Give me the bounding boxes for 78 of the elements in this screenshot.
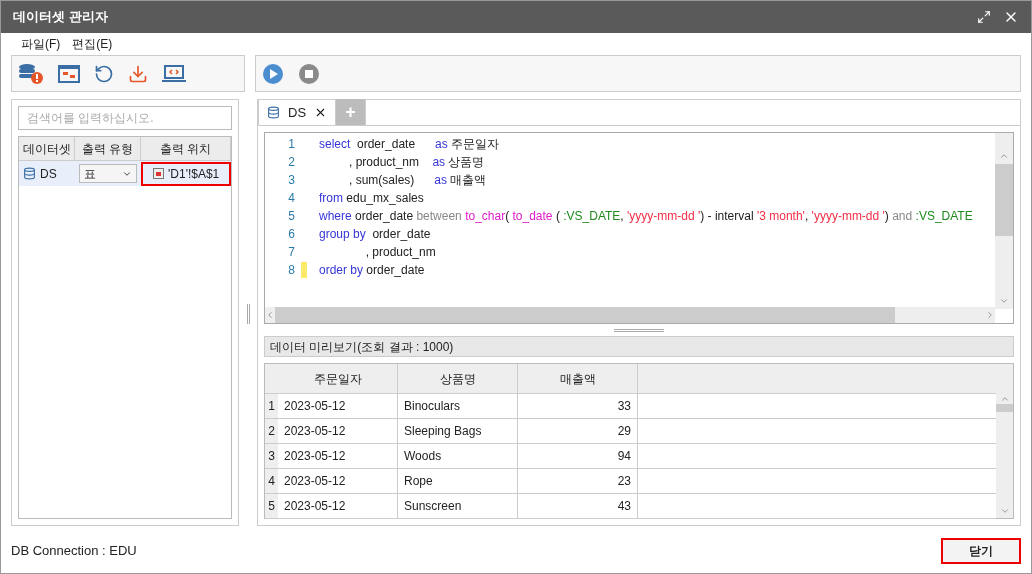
code-editor[interactable] <box>264 132 1014 324</box>
code-line: from edu_mx_sales <box>319 190 424 207</box>
download-icon[interactable] <box>128 63 148 84</box>
line-number: 6 <box>287 226 296 243</box>
editor-tab[interactable]: DS <box>258 99 337 125</box>
search-field[interactable]: 검색어를 입력하십시오. <box>18 106 232 130</box>
code-line: , product_nm as 상품명 <box>348 154 485 171</box>
close-button[interactable]: 닫기 <box>941 538 1021 564</box>
line-number: 7 <box>287 244 296 261</box>
row-number: 2 <box>265 419 278 443</box>
database-icon <box>267 106 280 119</box>
dataset-row[interactable]: DS 표 'D1'!$A$1 <box>19 161 231 186</box>
history-icon[interactable] <box>94 63 114 84</box>
table-cell: 2023-05-12 <box>278 444 398 468</box>
row-number: 3 <box>265 444 278 468</box>
table-cell: 33 <box>518 394 638 418</box>
chevron-down-icon[interactable] <box>999 506 1010 516</box>
row-number: 5 <box>265 494 278 518</box>
chevron-up-icon[interactable] <box>999 394 1010 404</box>
vertical-scrollbar[interactable] <box>995 133 1013 309</box>
output-type-dropdown[interactable]: 표 <box>79 164 137 183</box>
line-number: 3 <box>287 172 296 189</box>
chevron-up-icon[interactable] <box>999 151 1009 161</box>
table-cell: 2023-05-12 <box>278 394 398 418</box>
sheet-icon <box>153 168 164 179</box>
table-cell: Woods <box>398 444 518 468</box>
code-line: where order_date between to_char( to_date ( :VS_DATE, 'yyyy-mm-dd ') - interval '3 month', 'yyyy-mm-dd ') and :VS_DATE <box>319 208 973 225</box>
table-cell: 23 <box>518 469 638 493</box>
chevron-right-icon[interactable] <box>985 310 995 320</box>
line-number: 2 <box>287 154 296 171</box>
laptop-code-icon[interactable] <box>162 63 186 84</box>
code-line: group by order_date <box>319 226 431 243</box>
menu-item[interactable]: 편집(E) <box>72 35 113 53</box>
column-header: 매출액 <box>518 364 638 393</box>
line-number: 4 <box>287 190 296 207</box>
database-warning-icon[interactable] <box>18 62 44 85</box>
play-icon[interactable] <box>262 62 284 85</box>
table-cell: Binoculars <box>398 394 518 418</box>
table-cell: 94 <box>518 444 638 468</box>
line-number: 8 <box>287 262 296 279</box>
database-icon <box>23 167 36 180</box>
connection-status: DB Connection : EDU <box>11 542 137 561</box>
table-cell: Sunscreen <box>398 494 518 518</box>
vertical-scrollbar[interactable] <box>996 364 1013 518</box>
column-header: 데이터셋 <box>19 137 75 160</box>
column-header: 출력 유형 <box>75 137 141 160</box>
stop-icon[interactable] <box>298 62 320 85</box>
table-cell: 2023-05-12 <box>278 494 398 518</box>
window-icon[interactable] <box>58 64 80 83</box>
column-header: 상품명 <box>398 364 518 393</box>
table-cell: Rope <box>398 469 518 493</box>
table-cell: 2023-05-12 <box>278 469 398 493</box>
code-line: order by order_date <box>319 262 425 279</box>
table-cell: 43 <box>518 494 638 518</box>
scrollbar-thumb[interactable] <box>275 307 895 323</box>
row-number: 1 <box>265 394 278 418</box>
code-line: , sum(sales) as 매출액 <box>348 172 487 189</box>
maximize-icon[interactable] <box>977 10 991 24</box>
dataset-name: DS <box>40 165 57 183</box>
table-cell: 2023-05-12 <box>278 419 398 443</box>
window-title: 데이터셋 관리자 <box>13 8 109 27</box>
code-line: , product_nm <box>364 244 436 261</box>
column-header: 주문일자 <box>278 364 398 393</box>
preview-header: 데이터 미리보기(조회 결과 : 1000) <box>264 336 1014 357</box>
menu-item[interactable]: 파일(F) <box>21 35 61 53</box>
column-header: 출력 위치 <box>141 137 231 160</box>
chevron-left-icon[interactable] <box>265 310 275 320</box>
line-number: 5 <box>287 208 296 225</box>
code-line: select order_date as 주문일자 <box>319 136 500 153</box>
line-number: 1 <box>287 136 296 153</box>
table-cell: Sleeping Bags <box>398 419 518 443</box>
table-cell: 29 <box>518 419 638 443</box>
row-number: 4 <box>265 469 278 493</box>
scrollbar-thumb[interactable] <box>996 404 1013 412</box>
scrollbar-thumb[interactable] <box>995 164 1013 236</box>
chevron-down-icon[interactable] <box>999 296 1009 306</box>
horizontal-scrollbar[interactable] <box>265 307 995 323</box>
output-location-cell[interactable]: 'D1'!$A$1 <box>141 161 231 186</box>
